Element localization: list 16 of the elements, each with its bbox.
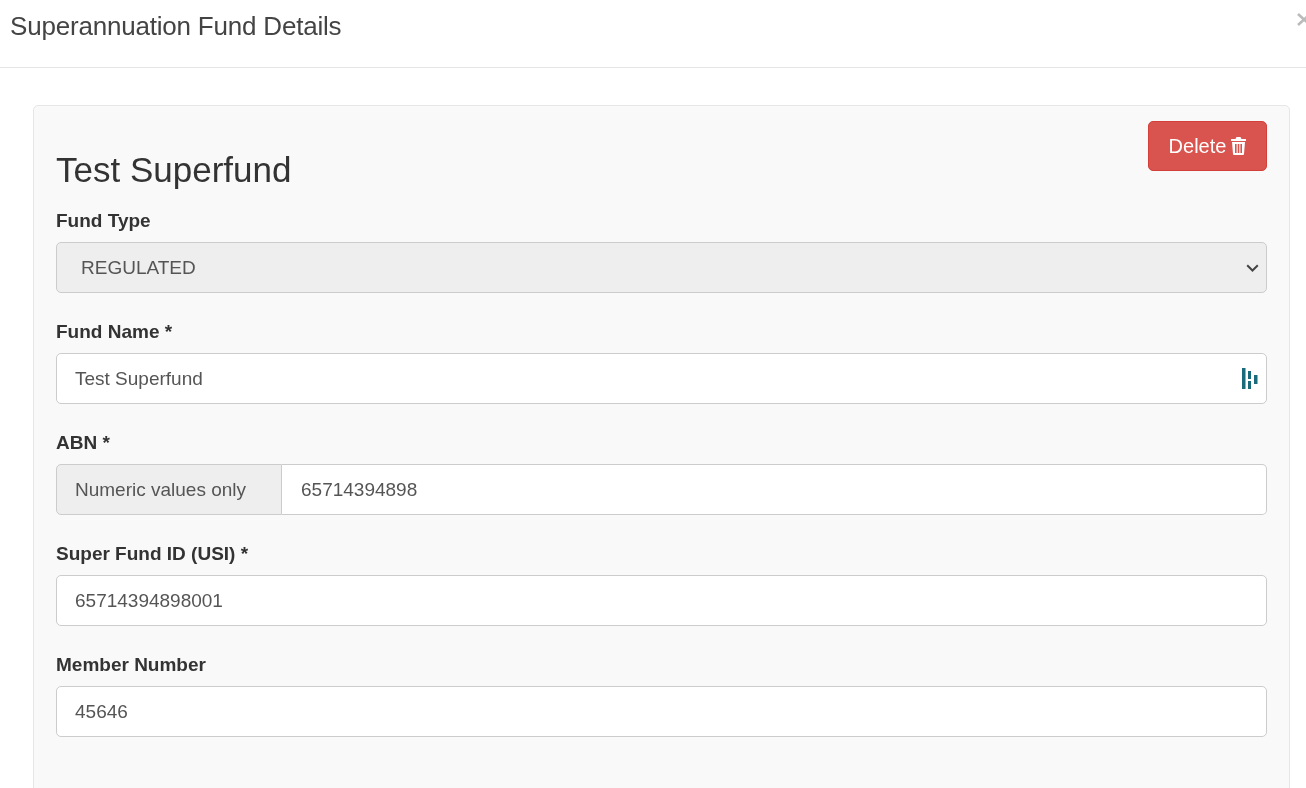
fund-heading: Test Superfund (56, 150, 292, 190)
dialog-title: Superannuation Fund Details (10, 10, 342, 43)
field-label: ABN * (56, 432, 111, 454)
bars-icon[interactable] (1242, 368, 1258, 389)
trash-icon (1231, 137, 1247, 155)
delete-button[interactable]: Delete (1148, 121, 1267, 171)
chevron-down-icon (1246, 263, 1259, 272)
field-label: Fund Type (56, 210, 152, 232)
field-label: Member Number (56, 654, 207, 676)
input-field[interactable]: 65714394898 (282, 464, 1267, 515)
field-label: Super Fund ID (USI) * (56, 543, 250, 565)
input-addon: Numeric values only (56, 464, 282, 515)
input-field[interactable]: 65714394898001 (56, 575, 1267, 626)
input-field[interactable]: Test Superfund (56, 353, 1267, 404)
field-label: Fund Name * (56, 321, 174, 343)
input-field[interactable]: 45646 (56, 686, 1267, 737)
